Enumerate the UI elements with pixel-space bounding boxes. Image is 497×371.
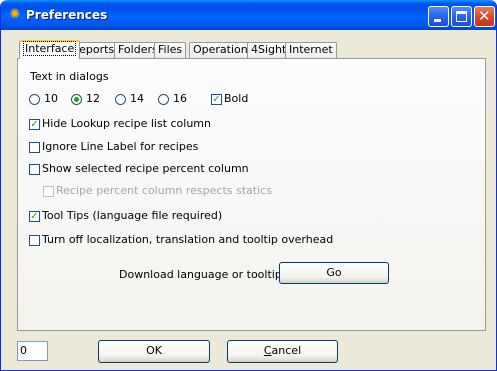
maximize-button[interactable] <box>451 6 472 27</box>
window-title: Preferences <box>26 8 108 22</box>
maximize-icon <box>456 11 467 22</box>
value-input[interactable]: 0 <box>17 341 48 361</box>
tab-files[interactable]: Files <box>154 42 187 58</box>
close-icon: ✕ <box>478 7 491 25</box>
minimize-button[interactable] <box>428 6 449 27</box>
ok-button[interactable]: OK <box>98 340 210 363</box>
font-size-10-label: 10 <box>44 92 58 105</box>
cancel-button[interactable]: Cancel <box>227 340 338 363</box>
tab-folders-label: Folders <box>118 43 158 56</box>
tool-tips-label: Tool Tips (language file required) <box>42 209 223 222</box>
hide-lookup-column-label: Hide Lookup recipe list column <box>42 117 211 130</box>
preferences-window: ✺ Preferences ✕ Interface Reports Folder… <box>0 0 497 371</box>
hide-lookup-column-checkbox[interactable]: ✓ <box>29 119 40 130</box>
percent-respects-statics-label: Recipe percent column respects statics <box>56 184 272 197</box>
ignore-line-label-label: Ignore Line Label for recipes <box>42 140 199 153</box>
tab-operations-label: Operations <box>193 43 254 56</box>
percent-respects-statics-checkbox[interactable] <box>43 186 54 197</box>
tab-strip: Interface Reports Folders Files Operatio… <box>17 40 337 59</box>
interface-panel: Text in dialogs 10 12 14 16 ✓ Bold ✓ Hid… <box>17 58 486 331</box>
show-percent-column-checkbox[interactable] <box>29 164 40 175</box>
bold-label: Bold <box>224 92 249 105</box>
tab-4sight[interactable]: 4Sight <box>247 42 291 58</box>
app-icon: ✺ <box>9 7 21 22</box>
cancel-button-mnemonic: C <box>263 344 272 357</box>
minimize-icon <box>434 19 441 22</box>
tab-4sight-label: 4Sight <box>251 43 287 56</box>
turn-off-localization-label: Turn off localization, translation and t… <box>42 233 334 246</box>
tab-interface[interactable]: Interface <box>19 40 81 59</box>
tab-files-label: Files <box>158 43 183 56</box>
tab-internet-label: Internet <box>289 43 333 56</box>
font-size-16-radio[interactable] <box>158 94 169 105</box>
cancel-button-label-rest: ancel <box>271 344 302 357</box>
close-button[interactable]: ✕ <box>474 6 495 27</box>
tool-tips-checkbox[interactable]: ✓ <box>29 211 40 222</box>
tab-interface-label: Interface <box>23 41 77 56</box>
font-size-12-radio[interactable] <box>71 94 82 105</box>
font-size-14-label: 14 <box>130 92 144 105</box>
font-size-16-label: 16 <box>173 92 187 105</box>
text-in-dialogs-label: Text in dialogs <box>30 70 109 83</box>
ignore-line-label-checkbox[interactable] <box>29 142 40 153</box>
font-size-12-label: 12 <box>86 92 100 105</box>
go-button[interactable]: Go <box>279 262 389 284</box>
bold-checkbox[interactable]: ✓ <box>211 94 222 105</box>
title-bar[interactable]: ✺ Preferences ✕ <box>1 0 496 30</box>
show-percent-column-label: Show selected recipe percent column <box>42 162 249 175</box>
tab-internet[interactable]: Internet <box>285 42 337 58</box>
font-size-10-radio[interactable] <box>29 94 40 105</box>
turn-off-localization-checkbox[interactable] <box>29 235 40 246</box>
font-size-14-radio[interactable] <box>115 94 126 105</box>
